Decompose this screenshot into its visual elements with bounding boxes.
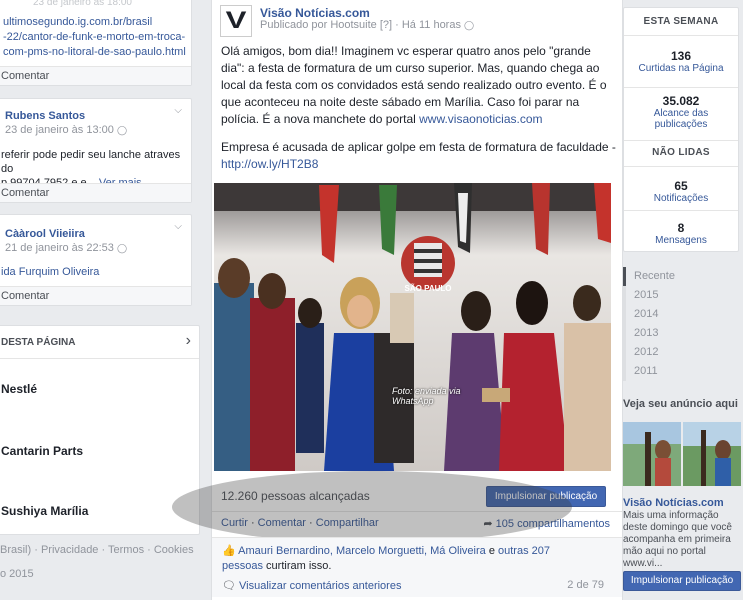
post-text: referir pode pedir seu lanche atraves do	[1, 149, 181, 175]
year-item[interactable]: Recente	[623, 267, 733, 286]
page-item[interactable]: Cantarin Parts	[1, 444, 83, 458]
photo-caption: Foto: enviada via WhatsApp	[392, 386, 461, 406]
post-reach-count[interactable]: 35.082	[624, 94, 738, 108]
left-post-card-3: ⌵ Cààrool Viieiira 21 de janeiro às 22:5…	[0, 214, 192, 306]
thumb-up-icon: 👍	[222, 545, 236, 557]
globe-icon: ◯	[116, 125, 128, 135]
post-author[interactable]: Rubens Santos	[5, 110, 85, 122]
ad-text: Mais uma informação deste domingo que vo…	[623, 510, 732, 569]
page-item[interactable]: Nestlé	[1, 382, 37, 396]
this-week-card: ESTA SEMANA 136 Curtidas na Página 35.08…	[623, 7, 739, 252]
ad-title: Veja seu anúncio aqui	[623, 398, 738, 410]
shared-url-line[interactable]: com-pms-no-litoral-de-sao-paulo.html	[3, 45, 186, 60]
post-date: 23 de janeiro às 18:00	[33, 0, 132, 8]
messages-count[interactable]: 8	[624, 221, 738, 235]
this-week-title: ESTA SEMANA	[643, 16, 719, 27]
tagged-name[interactable]: ida Furquim Oliveira	[1, 266, 99, 278]
comment-bubble-icon: 🗨	[222, 580, 236, 592]
post-body: Olá amigos, bom dia!! Imaginem vc espera…	[221, 43, 617, 128]
notifications-label[interactable]: Notificações	[624, 193, 738, 204]
notifications-count[interactable]: 65	[624, 179, 738, 193]
year-item[interactable]: 2015	[623, 286, 733, 305]
logo-letter: V	[225, 7, 247, 34]
year-item[interactable]: 2014	[623, 305, 733, 324]
post-card: V Visão Notícias.com Publicado por Hoots…	[172, 0, 623, 600]
pages-card-title: DESTA PÁGINA	[1, 337, 76, 348]
ad-photo-illustration	[623, 422, 741, 486]
article-link[interactable]: http://ow.ly/HT2B8	[221, 157, 318, 171]
globe-icon: ◯	[116, 243, 128, 253]
post-date[interactable]: 21 de janeiro às 22:53	[5, 242, 114, 254]
post-text: Empresa é acusada de aplicar golpe em fe…	[221, 140, 616, 154]
likes-summary: 👍 Amauri Bernardino, Marcelo Morguetti, …	[222, 544, 592, 574]
chevron-down-icon[interactable]: ⌵	[174, 221, 182, 232]
footer-link[interactable]: Privacidade	[41, 544, 98, 556]
comment-link[interactable]: Comentar	[0, 286, 191, 305]
footer-link[interactable]: Cookies	[154, 544, 194, 556]
footer-link[interactable]: Brasil)	[0, 544, 31, 556]
page-name[interactable]: Visão Notícias.com	[260, 6, 370, 20]
comment-page-count: 2 de 79	[567, 579, 604, 591]
chevron-down-icon[interactable]: ⌵	[174, 105, 182, 116]
likes-connector: e	[488, 545, 495, 557]
comment-link[interactable]: Comentar	[0, 66, 191, 85]
likers-names[interactable]: Amauri Bernardino, Marcelo Morguetti, Má…	[238, 545, 486, 557]
year-item[interactable]: 2012	[623, 343, 733, 362]
post-body-2: Empresa é acusada de aplicar golpe em fe…	[221, 139, 617, 173]
post-author[interactable]: Cààrool Viieiira	[5, 228, 85, 240]
portal-link[interactable]: www.visaonoticias.com	[419, 112, 542, 126]
page-logo[interactable]: V	[220, 5, 252, 37]
ad-boost-button[interactable]: Impulsionar publicação	[623, 571, 741, 591]
seal-text: SÃO PAULO	[405, 284, 452, 293]
page-item[interactable]: Sushiya Marília	[1, 504, 88, 518]
left-post-card-1: 23 de janeiro às 18:00 ultimosegundo.ig.…	[0, 0, 192, 86]
shared-url-line[interactable]: ultimosegundo.ig.com.br/brasil	[3, 15, 186, 30]
post-text: Olá amigos, bom dia!! Imaginem vc espera…	[221, 44, 607, 126]
post-photo[interactable]: SÃO PAULO Foto: enviada via WhatsApp	[214, 183, 611, 471]
footer-link[interactable]: Termos	[108, 544, 144, 556]
post-reach-label[interactable]: Alcance das publicações	[644, 108, 718, 130]
left-post-card-2: ⌵ Rubens Santos 23 de janeiro às 13:00 ◯…	[0, 98, 192, 203]
highlight-oval	[172, 471, 572, 543]
left-footer: Brasil) · Privacidade · Termos · Cookies	[0, 544, 194, 556]
unread-title: NÃO LIDAS	[652, 147, 710, 158]
post-date[interactable]: 23 de janeiro às 13:00	[5, 124, 114, 136]
comment-link[interactable]: Comentar	[0, 183, 191, 202]
year-item[interactable]: 2011	[623, 362, 733, 381]
messages-label[interactable]: Mensagens	[624, 235, 738, 246]
copyright: o 2015	[0, 568, 34, 580]
page-likes-count[interactable]: 136	[624, 49, 738, 63]
ad-page-name[interactable]: Visão Notícias.com	[623, 497, 724, 509]
year-item[interactable]: 2013	[623, 324, 733, 343]
ad-image[interactable]	[623, 422, 741, 486]
photo-illustration: SÃO PAULO	[214, 183, 611, 471]
globe-icon: ◯	[464, 20, 475, 30]
shared-url-line[interactable]: -22/cantor-de-funk-e-morto-em-troca-	[3, 30, 186, 45]
view-previous-comments[interactable]: Visualizar comentários anteriores	[239, 580, 401, 592]
chevron-right-icon[interactable]: ›	[186, 332, 191, 350]
likes-tail: curtiram isso.	[266, 560, 332, 572]
post-meta: Publicado por Hootsuite [?] · Há 11 hora…	[260, 19, 461, 31]
pages-liked-card: DESTA PÁGINA › Nestlé Cantarin Parts Sus…	[0, 325, 200, 535]
page-likes-label[interactable]: Curtidas na Página	[624, 63, 738, 74]
timeline-years: Recente 2015 2014 2013 2012 2011	[623, 267, 733, 381]
